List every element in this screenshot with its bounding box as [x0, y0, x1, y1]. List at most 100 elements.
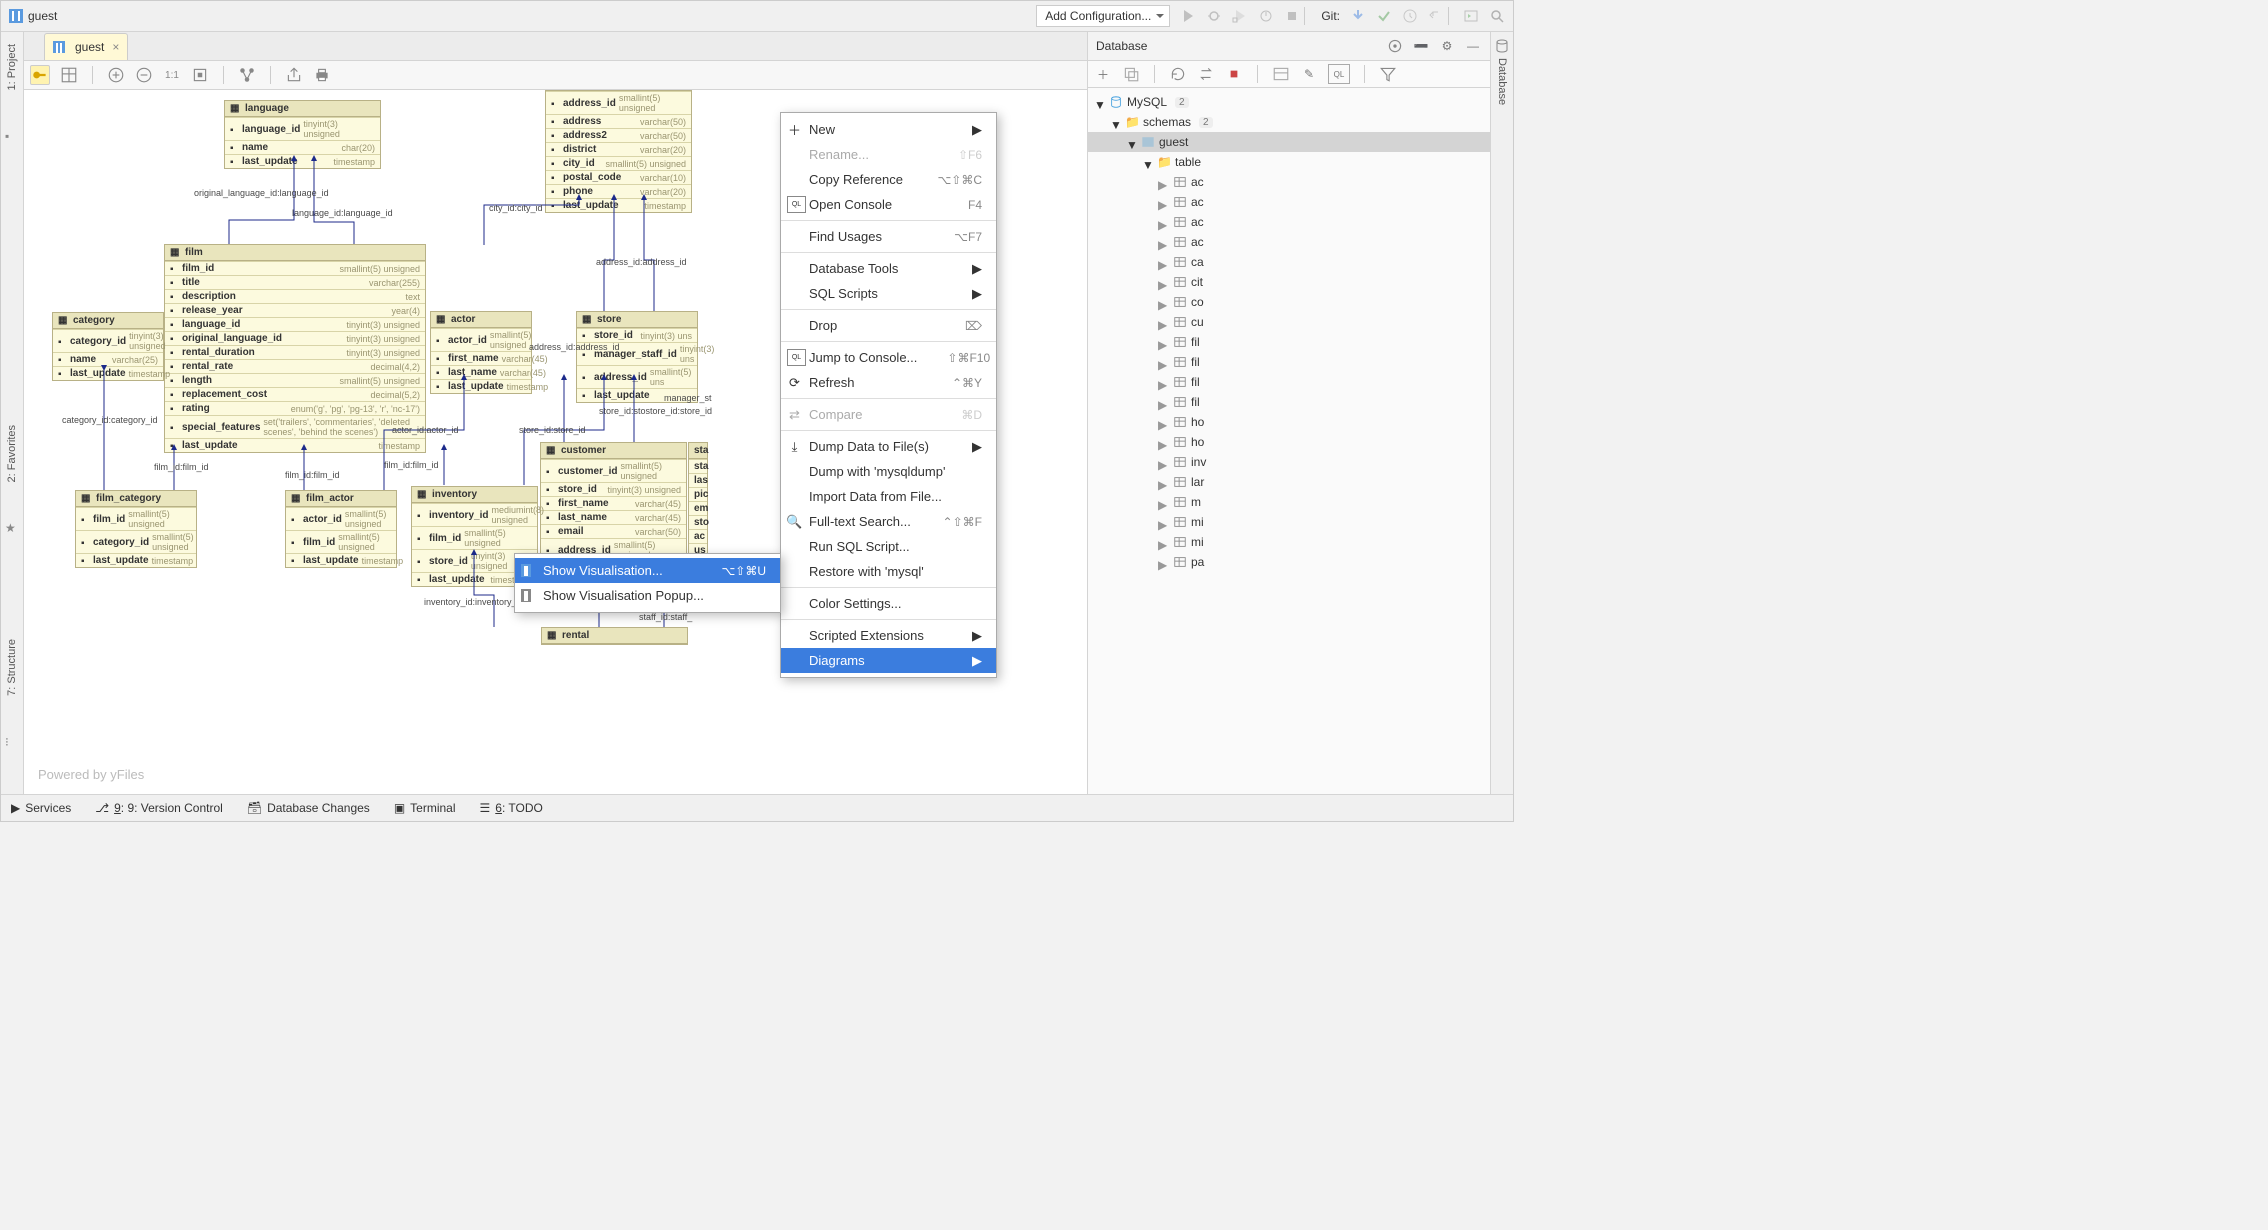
search-icon[interactable]: [1489, 8, 1505, 24]
console-icon[interactable]: QL: [1328, 64, 1350, 84]
tree-node-table[interactable]: ▶cu: [1088, 312, 1490, 332]
menu-restore[interactable]: Restore with 'mysql': [781, 559, 996, 584]
edit-icon[interactable]: ✎: [1300, 65, 1318, 83]
refresh-icon[interactable]: [1169, 65, 1187, 83]
tree-node-table[interactable]: ▶fil: [1088, 352, 1490, 372]
table-film-actor[interactable]: ▦film_actor ▪actor_idsmallint(5) unsigne…: [285, 490, 397, 568]
menu-color[interactable]: Color Settings...: [781, 591, 996, 616]
close-tab-icon[interactable]: ×: [112, 40, 119, 54]
sync-icon[interactable]: [1197, 65, 1215, 83]
menu-dumpmysql[interactable]: Dump with 'mysqldump': [781, 459, 996, 484]
tree-node-table[interactable]: ▶fil: [1088, 372, 1490, 392]
zoom-in-icon[interactable]: [107, 66, 125, 84]
git-history-icon[interactable]: [1402, 8, 1418, 24]
menu-dbtools[interactable]: Database Tools▶: [781, 256, 996, 281]
run-icon[interactable]: [1180, 8, 1196, 24]
menu-sqlscripts[interactable]: SQL Scripts▶: [781, 281, 996, 306]
tree-node-table[interactable]: ▶inv: [1088, 452, 1490, 472]
new-datasource-icon[interactable]: ＋: [1094, 65, 1112, 83]
tree-node-guest[interactable]: ▼ guest: [1088, 132, 1490, 152]
tree-node-table[interactable]: ▶ac: [1088, 172, 1490, 192]
tree-node-table[interactable]: ▶m: [1088, 492, 1490, 512]
profiler-icon[interactable]: [1258, 8, 1274, 24]
bottom-terminal[interactable]: ▣Terminal: [394, 801, 456, 815]
editor-tab[interactable]: guest ×: [44, 33, 128, 60]
database-strip-icon[interactable]: [1494, 38, 1510, 54]
tree-node-table[interactable]: ▶fil: [1088, 392, 1490, 412]
table-rental[interactable]: ▦rental: [541, 627, 688, 645]
sidebar-tab-favorites[interactable]: 2: Favorites: [6, 421, 18, 486]
tree-node-datasource[interactable]: ▼ MySQL2: [1088, 92, 1490, 112]
menu-openconsole[interactable]: QLOpen ConsoleF4: [781, 192, 996, 217]
toolbar-table-icon[interactable]: [60, 66, 78, 84]
database-tree[interactable]: ▼ MySQL2 ▼📁 schemas2 ▼ guest ▼📁 table ▶a…: [1088, 88, 1490, 794]
stop-sync-icon[interactable]: [1225, 65, 1243, 83]
table-view-icon[interactable]: [1272, 65, 1290, 83]
duplicate-icon[interactable]: [1122, 65, 1140, 83]
table-address[interactable]: ▪address_idsmallint(5) unsigned ▪address…: [545, 90, 692, 213]
print-icon[interactable]: [313, 66, 331, 84]
tree-node-schemas[interactable]: ▼📁 schemas2: [1088, 112, 1490, 132]
export-icon[interactable]: [285, 66, 303, 84]
run-config-combo[interactable]: Add Configuration...: [1036, 5, 1170, 27]
debug-icon[interactable]: [1206, 8, 1222, 24]
menu-jump[interactable]: QLJump to Console...⇧⌘F10: [781, 345, 996, 370]
fit-content-icon[interactable]: [191, 66, 209, 84]
git-revert-icon[interactable]: [1428, 8, 1444, 24]
bottom-todo[interactable]: ☰6: TODO: [480, 801, 543, 815]
table-film-category[interactable]: ▦film_category ▪film_idsmallint(5) unsig…: [75, 490, 197, 568]
tree-node-table[interactable]: ▶ac: [1088, 192, 1490, 212]
submenu-show-visualisation[interactable]: Show Visualisation...⌥⇧⌘U: [515, 558, 780, 583]
git-commit-icon[interactable]: [1376, 8, 1392, 24]
menu-fts[interactable]: 🔍Full-text Search...⌃⇧⌘F: [781, 509, 996, 534]
layout-icon[interactable]: [238, 66, 256, 84]
sidebar-tab-project[interactable]: 1: Project: [6, 40, 18, 94]
toolbar-key-icon[interactable]: [30, 65, 50, 85]
bottom-dbchanges[interactable]: 🗃Database Changes: [247, 801, 370, 815]
right-tab-database[interactable]: Database: [1496, 54, 1508, 109]
tree-node-table[interactable]: ▶ho: [1088, 432, 1490, 452]
menu-findusages[interactable]: Find Usages⌥F7: [781, 224, 996, 249]
gear-icon[interactable]: ⚙: [1438, 37, 1456, 55]
tree-node-table[interactable]: ▶ac: [1088, 212, 1490, 232]
bottom-services[interactable]: ▶Services: [11, 801, 71, 815]
tree-node-table[interactable]: ▶ho: [1088, 412, 1490, 432]
tree-node-table[interactable]: ▶fil: [1088, 332, 1490, 352]
run-anything-icon[interactable]: [1463, 8, 1479, 24]
menu-new[interactable]: ＋New▶: [781, 117, 996, 142]
menu-dumpfile[interactable]: ⤓Dump Data to File(s)▶: [781, 434, 996, 459]
tree-node-table[interactable]: ▶ac: [1088, 232, 1490, 252]
menu-drop[interactable]: Drop⌦: [781, 313, 996, 338]
tree-node-table[interactable]: ▶ca: [1088, 252, 1490, 272]
menu-diagrams[interactable]: Diagrams▶: [781, 648, 996, 673]
tree-node-table[interactable]: ▶lar: [1088, 472, 1490, 492]
table-actor[interactable]: ▦actor ▪actor_idsmallint(5) unsigned ▪fi…: [430, 311, 532, 394]
tree-node-table[interactable]: ▶cit: [1088, 272, 1490, 292]
filter-icon[interactable]: [1379, 65, 1397, 83]
table-film[interactable]: ▦film ▪film_idsmallint(5) unsigned ▪titl…: [164, 244, 426, 453]
bottom-vc[interactable]: ⎇9: 9: Version Control: [95, 801, 223, 815]
table-store[interactable]: ▦store ▪store_idtinyint(3) uns ▪manager_…: [576, 311, 698, 403]
tree-node-table[interactable]: ▶mi: [1088, 512, 1490, 532]
collapse-icon[interactable]: ➖: [1412, 37, 1430, 55]
stop-icon[interactable]: [1284, 8, 1300, 24]
tree-node-tables[interactable]: ▼📁 table: [1088, 152, 1490, 172]
hide-icon[interactable]: —: [1464, 37, 1482, 55]
tree-node-table[interactable]: ▶pa: [1088, 552, 1490, 572]
table-language[interactable]: ▦language ▪language_idtinyint(3) unsigne…: [224, 100, 381, 169]
sidebar-tab-structure[interactable]: 7: Structure: [6, 635, 18, 700]
submenu-show-visualisation-popup[interactable]: Show Visualisation Popup...: [515, 583, 780, 608]
tree-node-table[interactable]: ▶mi: [1088, 532, 1490, 552]
zoom-actual-icon[interactable]: 1:1: [163, 66, 181, 84]
tree-node-table[interactable]: ▶co: [1088, 292, 1490, 312]
target-icon[interactable]: [1386, 37, 1404, 55]
git-pull-icon[interactable]: [1350, 8, 1366, 24]
coverage-icon[interactable]: [1232, 8, 1248, 24]
zoom-out-icon[interactable]: [135, 66, 153, 84]
menu-scripted[interactable]: Scripted Extensions▶: [781, 623, 996, 648]
table-category[interactable]: ▦category ▪category_idtinyint(3) unsigne…: [52, 312, 164, 381]
menu-import[interactable]: Import Data from File...: [781, 484, 996, 509]
menu-copyref[interactable]: Copy Reference⌥⇧⌘C: [781, 167, 996, 192]
menu-runsql[interactable]: Run SQL Script...: [781, 534, 996, 559]
menu-refresh[interactable]: ⟳Refresh⌃⌘Y: [781, 370, 996, 395]
